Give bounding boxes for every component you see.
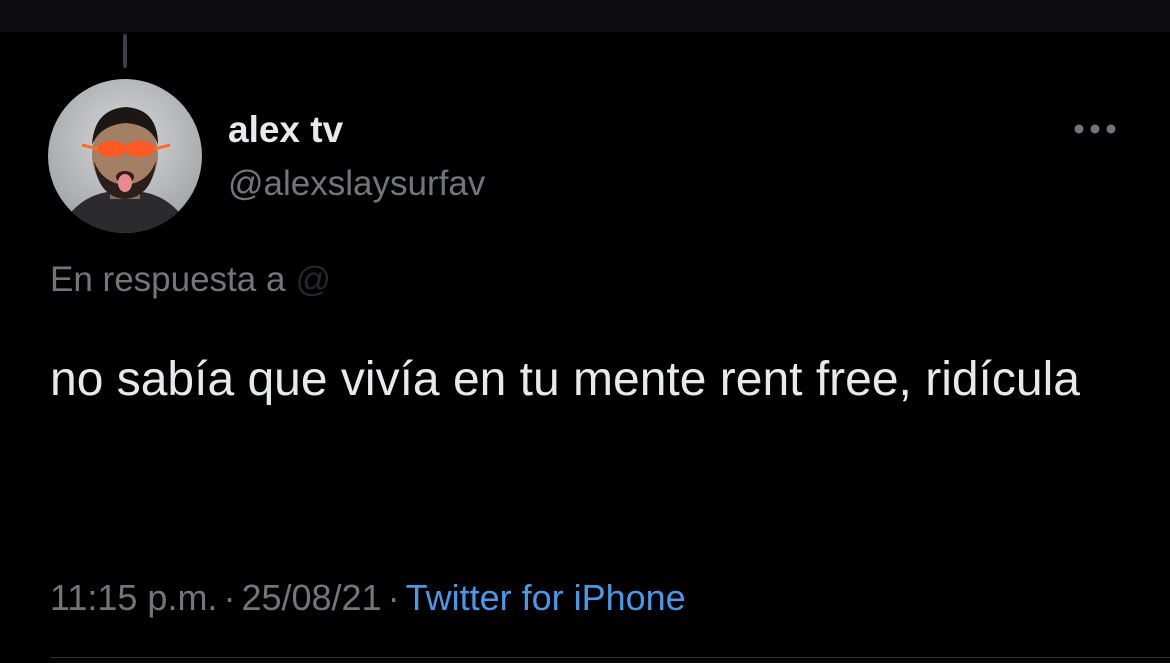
more-horizontal-icon <box>1074 124 1116 134</box>
thread-connector-line <box>123 34 127 68</box>
user-avatar-photo-icon <box>48 79 202 233</box>
author-handle[interactable]: @alexslaysurfav <box>228 160 485 208</box>
meta-separator: · <box>387 577 400 618</box>
reply-context: En respuesta a @ <box>50 256 331 304</box>
tweet-text: no sabía que vivía en tu mente rent free… <box>50 353 1080 406</box>
bottom-divider <box>50 657 1170 658</box>
tweet-date[interactable]: 25/08/21 <box>241 577 381 618</box>
reply-mention-link[interactable]: @ <box>295 260 331 299</box>
top-strip <box>0 0 1170 32</box>
tweet-metadata: 11:15 p.m. · 25/08/21 · Twitter for iPhone <box>50 573 686 623</box>
tweet-source-link[interactable]: Twitter for iPhone <box>406 577 686 618</box>
author-avatar[interactable] <box>48 79 202 233</box>
tweet-time[interactable]: 11:15 p.m. <box>50 577 217 618</box>
reply-context-label: En respuesta a <box>50 260 286 299</box>
author-display-name[interactable]: alex tv <box>228 106 343 154</box>
meta-separator: · <box>223 577 236 618</box>
more-options-button[interactable] <box>1068 112 1122 146</box>
